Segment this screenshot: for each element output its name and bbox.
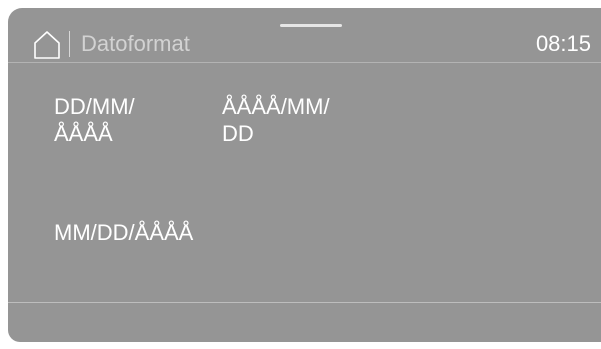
- display-screen: Datoformat 08:15 DD/MM/ ÅÅÅÅ ÅÅÅÅ/MM/ DD…: [8, 8, 601, 342]
- option-label-line1: ÅÅÅÅ/MM/: [222, 94, 330, 119]
- header-divider: [69, 31, 70, 57]
- option-label-line2: DD: [222, 121, 254, 146]
- clock-time: 08:15: [535, 31, 591, 56]
- page-title: Datoformat: [81, 31, 190, 56]
- date-format-option-dd-mm-yyyy[interactable]: DD/MM/ ÅÅÅÅ: [54, 93, 204, 147]
- date-format-option-mm-dd-yyyy[interactable]: MM/DD/ÅÅÅÅ: [54, 219, 254, 246]
- home-icon[interactable]: [32, 30, 62, 60]
- date-format-option-yyyy-mm-dd[interactable]: ÅÅÅÅ/MM/ DD: [222, 93, 372, 147]
- footer-divider: [8, 302, 601, 303]
- option-label-line2: ÅÅÅÅ: [54, 121, 113, 146]
- option-label-line1: DD/MM/: [54, 94, 135, 119]
- header-bar: Datoformat 08:15: [8, 27, 601, 63]
- option-label-line1: MM/DD/ÅÅÅÅ: [54, 220, 194, 245]
